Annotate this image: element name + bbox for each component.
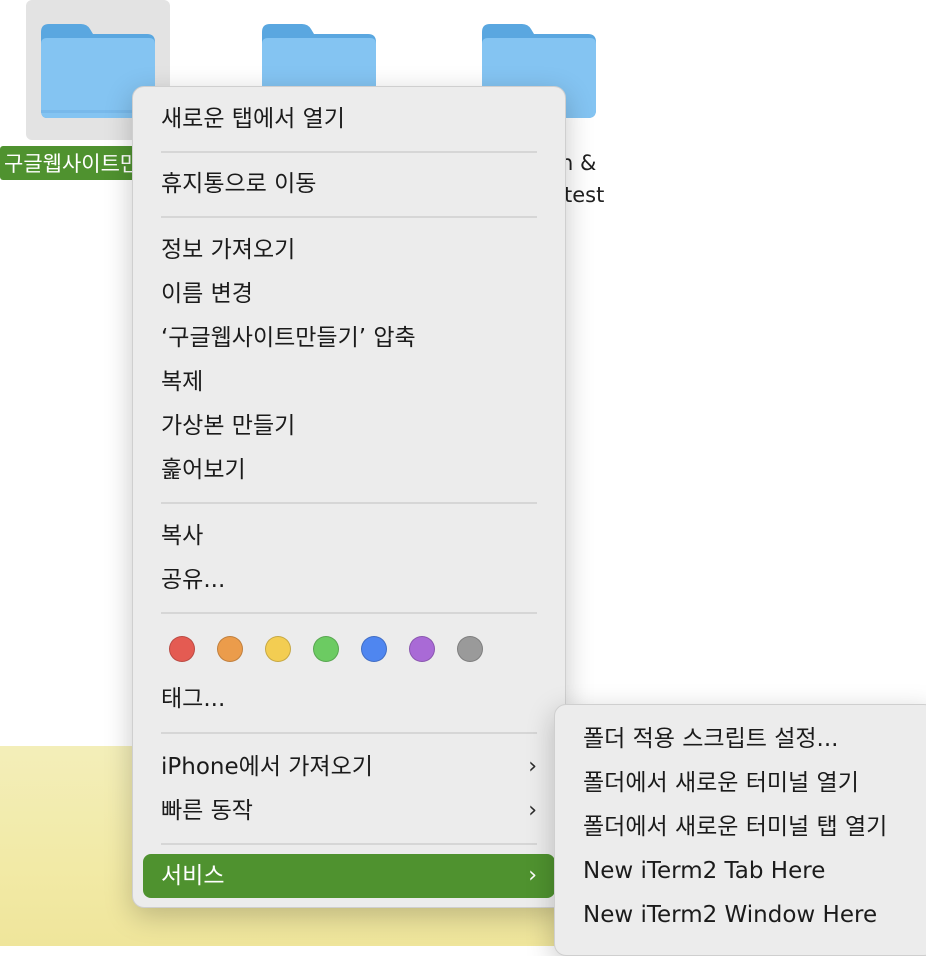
tag-color-yellow[interactable] <box>265 636 291 662</box>
submenu-item-new-terminal-tab[interactable]: 폴더에서 새로운 터미널 탭 열기 <box>583 812 887 842</box>
menu-separator <box>161 216 537 218</box>
menu-item-share[interactable]: 공유... <box>161 565 225 595</box>
menu-item-tags[interactable]: 태그... <box>161 684 225 714</box>
menu-separator <box>161 732 537 734</box>
menu-item-label: 서비스 <box>161 863 225 889</box>
chevron-right-icon: › <box>528 863 537 888</box>
tag-color-orange[interactable] <box>217 636 243 662</box>
submenu-item-iterm-window[interactable]: New iTerm2 Window Here <box>583 900 877 930</box>
tag-color-green[interactable] <box>313 636 339 662</box>
menu-separator <box>161 151 537 153</box>
chevron-right-icon: › <box>528 798 537 823</box>
menu-item-services[interactable]: 서비스 › <box>143 854 555 898</box>
services-submenu: 폴더 적용 스크립트 설정... 폴더에서 새로운 터미널 열기 폴더에서 새로… <box>554 704 926 956</box>
menu-separator <box>161 502 537 504</box>
context-menu: 새로운 탭에서 열기 휴지통으로 이동 정보 가져오기 이름 변경 ‘구글웹사이… <box>132 86 566 908</box>
submenu-item-new-terminal[interactable]: 폴더에서 새로운 터미널 열기 <box>583 768 859 798</box>
menu-item-copy[interactable]: 복사 <box>161 521 203 551</box>
submenu-item-iterm-tab[interactable]: New iTerm2 Tab Here <box>583 856 825 886</box>
submenu-item-folder-actions[interactable]: 폴더 적용 스크립트 설정... <box>583 724 838 754</box>
menu-item-rename[interactable]: 이름 변경 <box>161 279 253 309</box>
menu-item-get-info[interactable]: 정보 가져오기 <box>161 235 295 265</box>
tag-color-gray[interactable] <box>457 636 483 662</box>
menu-separator <box>161 612 537 614</box>
menu-separator <box>161 843 537 845</box>
tag-color-purple[interactable] <box>409 636 435 662</box>
tag-color-red[interactable] <box>169 636 195 662</box>
menu-item-move-to-trash[interactable]: 휴지통으로 이동 <box>161 169 316 199</box>
menu-item-quick-look[interactable]: 훑어보기 <box>161 455 246 485</box>
menu-item-duplicate[interactable]: 복제 <box>161 367 203 397</box>
folder-label-line2[interactable]: test <box>564 183 604 207</box>
chevron-right-icon: › <box>528 754 537 779</box>
tag-color-blue[interactable] <box>361 636 387 662</box>
menu-item-compress[interactable]: ‘구글웹사이트만들기’ 압축 <box>161 323 416 353</box>
menu-item-quick-actions[interactable]: 빠른 동작 <box>161 796 253 826</box>
menu-item-open-new-tab[interactable]: 새로운 탭에서 열기 <box>161 104 345 134</box>
menu-item-import-iphone[interactable]: iPhone에서 가져오기 <box>161 752 373 782</box>
menu-item-make-alias[interactable]: 가상본 만들기 <box>161 411 295 441</box>
